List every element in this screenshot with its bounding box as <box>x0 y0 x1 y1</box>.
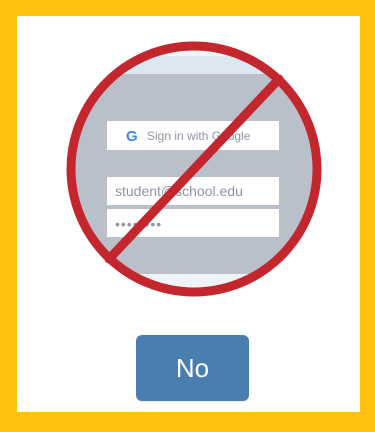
screen-header-bar <box>71 56 317 74</box>
no-sign-illustration: G Sign in with Google student@school.edu… <box>59 34 329 304</box>
no-button[interactable]: No <box>136 335 249 401</box>
yellow-frame: G Sign in with Google student@school.edu… <box>0 0 375 432</box>
google-g-icon: G <box>126 128 138 145</box>
no-sign-icon: G Sign in with Google student@school.edu… <box>66 41 322 297</box>
